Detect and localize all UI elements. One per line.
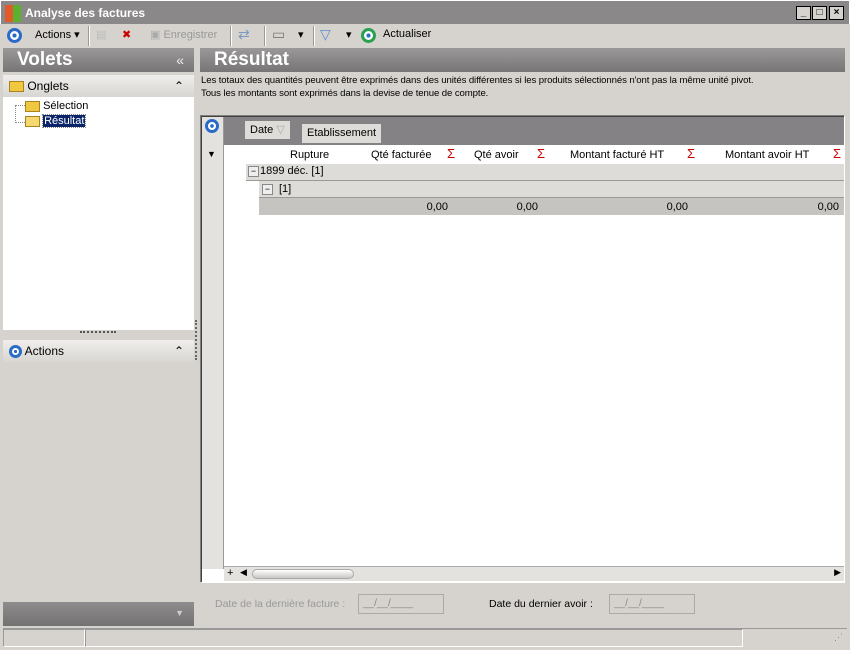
column-header-qte-avoir[interactable]: Qté avoir bbox=[474, 149, 519, 161]
minimize-button[interactable]: _ bbox=[796, 6, 811, 20]
actions-section-header[interactable]: Actions ⌃ bbox=[3, 340, 194, 362]
note-currency: Tous les montants sont exprimés dans la … bbox=[201, 88, 489, 99]
note-units: Les totaux des quantités peuvent être ex… bbox=[201, 75, 754, 86]
filter-dropdown-icon[interactable]: ▾ bbox=[346, 28, 352, 41]
open-folder-icon bbox=[25, 115, 40, 127]
menu-ring-icon[interactable] bbox=[7, 28, 22, 43]
last-credit-label: Date du dernier avoir : bbox=[489, 598, 593, 610]
total-montant-facture: 0,00 bbox=[666, 201, 688, 213]
status-bar: ⋰ bbox=[3, 628, 847, 647]
ring-icon bbox=[9, 345, 22, 359]
collapse-icon[interactable]: − bbox=[262, 184, 273, 195]
group-chip-etablissement[interactable]: Etablissement bbox=[302, 124, 382, 143]
sum-icon[interactable]: Σ bbox=[537, 146, 545, 161]
vertical-splitter[interactable] bbox=[195, 320, 197, 360]
app-logo-icon bbox=[5, 5, 21, 22]
close-button[interactable]: × bbox=[829, 6, 844, 20]
column-header-qte-facturee[interactable]: Qté facturée bbox=[371, 149, 432, 161]
group-by-area: Date ▽ Etablissement bbox=[224, 117, 844, 145]
last-invoice-label: Date de la dernière facture : bbox=[215, 598, 346, 610]
title-bar: Analyse des factures _ □ × bbox=[0, 0, 850, 24]
filter-icon[interactable]: ▽ bbox=[320, 26, 331, 43]
scroll-right-button[interactable]: ▶ bbox=[834, 567, 841, 578]
refresh-button[interactable]: Actualiser bbox=[383, 28, 431, 40]
grid-menu-icon[interactable] bbox=[205, 119, 219, 133]
splitter-handle[interactable] bbox=[80, 331, 116, 333]
collapse-icon[interactable]: − bbox=[248, 166, 259, 177]
panes-title: Volets bbox=[17, 49, 73, 70]
status-panel bbox=[85, 629, 743, 647]
dropdown-icon[interactable]: ▼ bbox=[175, 608, 184, 618]
delete-icon[interactable]: ✖ bbox=[122, 28, 131, 41]
tree-item-selection[interactable]: Sélection bbox=[25, 100, 88, 112]
resize-grip-icon[interactable]: ⋰ bbox=[834, 632, 843, 643]
actions-menu[interactable]: Actions ▾ bbox=[35, 28, 80, 41]
sync-icon[interactable]: ⇄ bbox=[238, 26, 250, 43]
last-credit-date-field[interactable]: __/__/____ bbox=[609, 594, 695, 614]
refresh-icon[interactable] bbox=[361, 28, 376, 43]
tree-item-resultat[interactable]: Résultat bbox=[25, 114, 87, 128]
pivot-grid: ▼ Date ▽ Etablissement Rupture Qté factu… bbox=[200, 115, 845, 583]
folder-icon bbox=[9, 81, 24, 93]
maximize-button[interactable]: □ bbox=[812, 6, 827, 20]
scroll-left-button[interactable]: ◀ bbox=[240, 567, 247, 578]
new-icon[interactable]: ▤ bbox=[96, 28, 106, 41]
scroll-thumb[interactable] bbox=[252, 569, 354, 579]
result-title: Résultat bbox=[214, 49, 289, 70]
column-header-rupture[interactable]: Rupture bbox=[290, 149, 329, 161]
column-header-montant-facture[interactable]: Montant facturé HT bbox=[570, 149, 664, 161]
group-chip-date[interactable]: Date ▽ bbox=[245, 121, 290, 139]
save-button[interactable]: ▣ Enregistrer bbox=[150, 28, 217, 41]
tabs-tree: Sélection Résultat bbox=[3, 97, 194, 330]
tabs-section-header[interactable]: Onglets ⌃ bbox=[3, 75, 194, 97]
collapse-chevron-icon[interactable]: ⌃ bbox=[174, 75, 184, 97]
toolbar: Actions ▾ ▤ ✖ ▣ Enregistrer ⇄ ▭ ▾ ▽ ▾ Ac… bbox=[0, 25, 850, 47]
window-title: Analyse des factures bbox=[25, 6, 146, 20]
print-dropdown-icon[interactable]: ▾ bbox=[298, 28, 304, 41]
column-header-montant-avoir[interactable]: Montant avoir HT bbox=[725, 149, 809, 161]
expand-icon[interactable]: + bbox=[227, 567, 233, 579]
sum-icon[interactable]: Σ bbox=[447, 146, 455, 161]
total-qte-facturee: 0,00 bbox=[426, 201, 448, 213]
total-qte-avoir: 0,00 bbox=[516, 201, 538, 213]
collapse-chevron-icon[interactable]: ⌃ bbox=[174, 340, 184, 362]
last-invoice-date-field[interactable]: __/__/____ bbox=[358, 594, 444, 614]
sum-icon[interactable]: Σ bbox=[687, 146, 695, 161]
sum-icon[interactable]: Σ bbox=[833, 146, 841, 161]
group-row-1899-dec: − 1899 déc. [1] bbox=[246, 164, 844, 181]
collapse-panes-button[interactable]: « bbox=[176, 48, 184, 72]
horizontal-scrollbar[interactable]: + ◀ ▶ bbox=[224, 566, 844, 581]
print-icon[interactable]: ▭ bbox=[272, 26, 285, 43]
group-row-1: − [1] bbox=[259, 181, 844, 198]
result-header: Résultat bbox=[200, 48, 845, 72]
panes-header: Volets « bbox=[3, 48, 194, 72]
column-chooser-icon[interactable]: ▼ bbox=[207, 149, 216, 159]
folder-icon bbox=[25, 100, 40, 112]
status-panel bbox=[3, 629, 85, 647]
result-note: Les totaux des quantités peuvent être ex… bbox=[201, 74, 845, 100]
total-montant-avoir: 0,00 bbox=[817, 201, 839, 213]
panes-footer-bar[interactable]: ▼ bbox=[3, 602, 194, 626]
